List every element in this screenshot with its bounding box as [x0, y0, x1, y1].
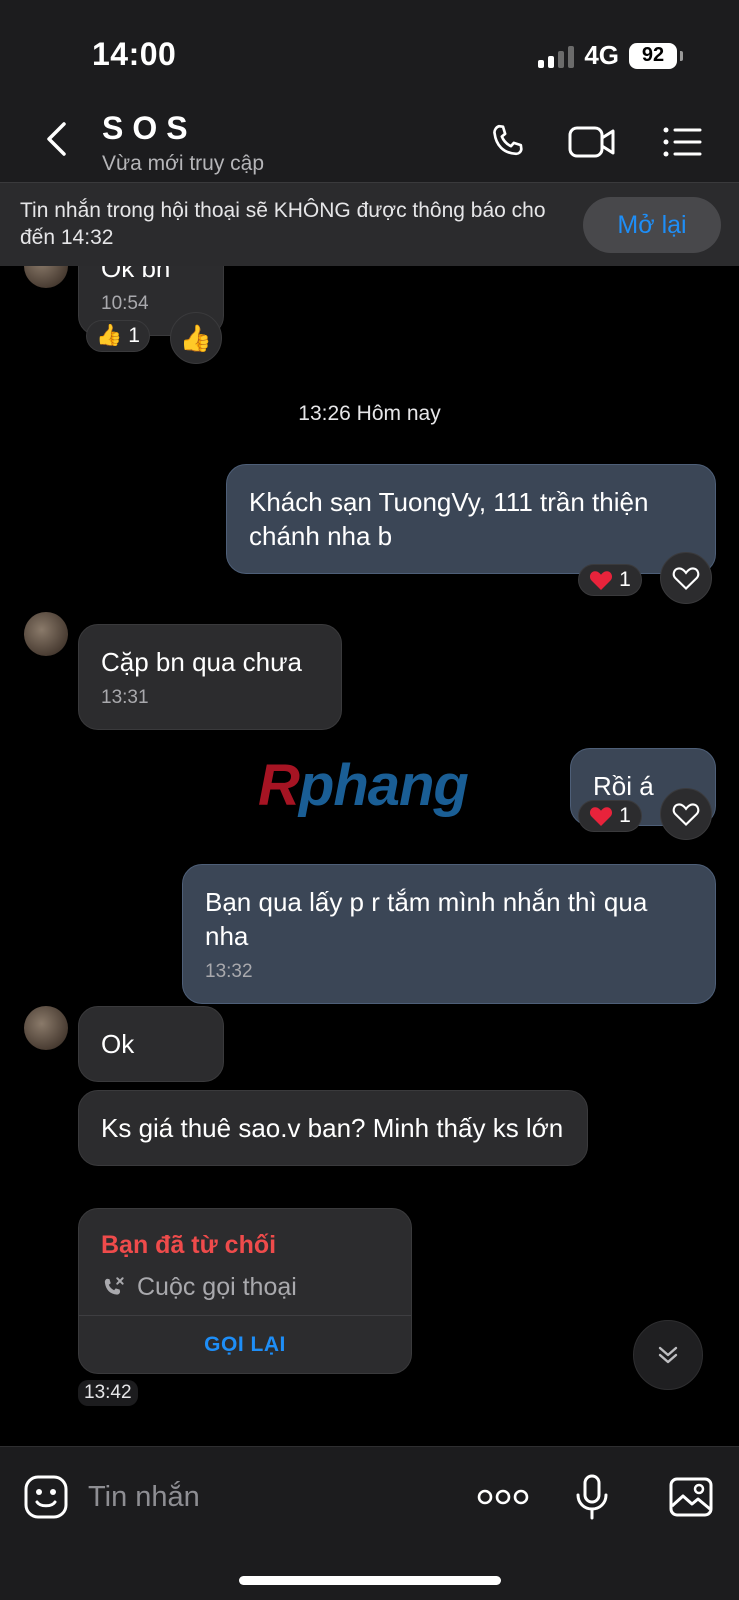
- message-text: Ok: [101, 1029, 135, 1059]
- reaction-count-value: 1: [619, 568, 631, 591]
- call-type: Cuộc gọi thoại: [101, 1273, 297, 1302]
- battery-level: 92: [641, 44, 665, 66]
- composer: [0, 1446, 739, 1600]
- signal-icon: [538, 44, 575, 68]
- heart-outline-icon: [672, 567, 700, 590]
- message-bubble-incoming[interactable]: Ks giá thuê sao.v ban? Minh thấy ks lớn: [78, 1090, 588, 1166]
- status-bar: 14:00 4G 92: [0, 0, 739, 100]
- watermark-text: phang: [298, 753, 469, 818]
- voice-button[interactable]: [566, 1471, 618, 1523]
- avatar[interactable]: [24, 266, 68, 288]
- phone-declined-icon: [104, 1276, 124, 1295]
- thumbs-up-icon: 👍: [96, 324, 123, 347]
- back-icon: [47, 122, 66, 156]
- message-text: Khách sạn TuongVy, 111 trần thiện chánh …: [249, 487, 649, 551]
- message-list[interactable]: Ok bn 10:54 👍 1 👍 13:26 Hôm nay Khách sạn…: [0, 266, 739, 1446]
- message-time: 13:42: [78, 1380, 138, 1406]
- mute-banner-text: Tin nhắn trong hội thoại sẽ KHÔNG được t…: [20, 199, 546, 249]
- reaction-count-value: 1: [128, 324, 140, 347]
- message-input[interactable]: [88, 1475, 448, 1519]
- call-button[interactable]: [484, 120, 532, 164]
- unmute-button[interactable]: Mở lại: [583, 197, 721, 253]
- message-bubble-outgoing[interactable]: Khách sạn TuongVy, 111 trần thiện chánh …: [226, 464, 716, 574]
- status-indicators: 4G 92: [538, 40, 683, 71]
- day-separator: 13:26 Hôm nay: [298, 402, 441, 425]
- message-text: Ks giá thuê sao.v ban? Minh thấy ks lớn: [101, 1113, 564, 1143]
- back-button[interactable]: [36, 114, 76, 164]
- chat-status: Vừa mới truy cập: [102, 152, 265, 175]
- avatar[interactable]: [24, 612, 68, 656]
- message-bubble-incoming[interactable]: Ok: [78, 1006, 224, 1082]
- mute-banner: Tin nhắn trong hội thoại sẽ KHÔNG được t…: [0, 182, 739, 266]
- message-time: 10:54: [101, 293, 149, 314]
- message-text: Ok bn: [101, 266, 171, 283]
- reaction-count[interactable]: 1: [578, 800, 642, 832]
- more-icon: [477, 1489, 529, 1505]
- chat-header: SOS Vừa mới truy cập: [0, 100, 739, 182]
- sticker-button[interactable]: [20, 1471, 72, 1523]
- heart-icon: [590, 807, 613, 826]
- watermark-prefix: R: [258, 753, 300, 818]
- video-call-button[interactable]: [568, 120, 616, 164]
- menu-button[interactable]: [658, 120, 706, 164]
- chat-title[interactable]: SOS: [102, 110, 197, 147]
- call-status: Bạn đã từ chối: [101, 1231, 277, 1259]
- message-time: 13:32: [205, 961, 253, 982]
- avatar[interactable]: [24, 1006, 68, 1050]
- reaction-count[interactable]: 1: [578, 564, 642, 596]
- message-text: Cặp bn qua chưa: [101, 647, 302, 677]
- image-icon: [669, 1477, 713, 1517]
- call-back-button[interactable]: GỌI LẠI: [79, 1316, 411, 1373]
- sticker-icon: [24, 1475, 68, 1519]
- menu-icon: [663, 127, 702, 157]
- microphone-icon: [576, 1474, 608, 1520]
- heart-icon: [590, 571, 613, 590]
- thumbs-up-icon: 👍: [179, 322, 213, 353]
- call-log-card[interactable]: Bạn đã từ chối Cuộc gọi thoại GỌI LẠI: [78, 1208, 412, 1374]
- chevron-double-down-icon: [658, 1346, 678, 1364]
- image-button[interactable]: [666, 1471, 716, 1523]
- reaction-count-value: 1: [619, 804, 631, 827]
- watermark: Rphang: [258, 752, 469, 819]
- status-time: 14:00: [92, 36, 177, 72]
- home-indicator: [239, 1576, 501, 1585]
- heart-outline-icon: [672, 803, 700, 826]
- scroll-to-bottom-button[interactable]: [633, 1320, 703, 1390]
- react-button[interactable]: [660, 788, 712, 840]
- reaction-count[interactable]: 👍 1: [86, 320, 150, 352]
- battery-icon: 92: [629, 42, 683, 69]
- message-bubble-incoming[interactable]: Cặp bn qua chưa 13:31: [78, 624, 342, 730]
- react-button[interactable]: 👍: [170, 312, 222, 364]
- message-bubble-outgoing[interactable]: Bạn qua lấy p r tắm mình nhắn thì qua nh…: [182, 864, 716, 1004]
- call-type-label: Cuộc gọi thoại: [137, 1273, 297, 1301]
- react-button[interactable]: [660, 552, 712, 604]
- video-icon: [568, 126, 615, 158]
- more-button[interactable]: [476, 1471, 530, 1523]
- phone-icon: [493, 124, 523, 156]
- message-text: Bạn qua lấy p r tắm mình nhắn thì qua nh…: [205, 887, 648, 951]
- network-type: 4G: [584, 40, 619, 70]
- message-time: 13:31: [101, 687, 149, 708]
